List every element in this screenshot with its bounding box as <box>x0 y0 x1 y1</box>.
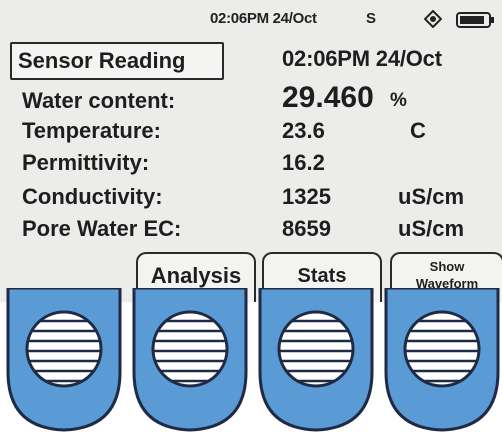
reading-value: 8659 <box>282 216 331 241</box>
screen-title-box: Sensor Reading <box>10 42 224 80</box>
gps-icon <box>424 10 442 28</box>
softkey-button-2[interactable] <box>132 288 248 432</box>
reading-unit: uS/cm <box>398 216 465 241</box>
reading-row-water-content: Water content: 29.460 % <box>0 81 502 118</box>
reading-unit: uS/cm <box>398 184 465 209</box>
reading-value: 1325 <box>282 184 331 209</box>
battery-icon <box>456 12 494 28</box>
reading-value: 16.2 <box>282 150 325 175</box>
reading-label: Temperature: <box>22 118 161 143</box>
reading-label: Permittivity: <box>22 150 150 175</box>
reading-label: Pore Water EC: <box>22 216 182 241</box>
reading-row-conductivity: Conductivity: 1325 uS/cm <box>0 184 502 214</box>
reading-value: 29.460 <box>282 81 374 114</box>
status-time: 02:06PM 24/Oct <box>210 10 317 27</box>
analysis-softkey-label: Analysis <box>150 263 242 288</box>
reading-unit: % <box>390 90 407 111</box>
show-waveform-label-line1: Show <box>429 259 465 274</box>
header-timestamp: 02:06PM 24/Oct <box>282 46 442 71</box>
reading-row-permittivity: Permittivity: 16.2 <box>0 150 502 180</box>
softkey-button-3[interactable] <box>258 288 374 432</box>
stats-softkey-label: Stats <box>297 265 347 287</box>
reading-row-temperature: Temperature: 23.6 C <box>0 118 502 148</box>
page-title: Sensor Reading <box>18 48 186 73</box>
hardware-button-row <box>6 288 500 432</box>
softkey-button-4[interactable] <box>384 288 500 432</box>
status-indicator: S <box>366 10 377 27</box>
reading-unit: C <box>410 118 426 143</box>
softkey-button-1[interactable] <box>6 288 122 432</box>
reading-label: Conductivity: <box>22 184 163 209</box>
status-bar: 02:06PM 24/Oct S <box>0 0 502 38</box>
reading-label: Water content: <box>22 88 176 113</box>
device-screen: 02:06PM 24/Oct S Sensor Reading 02:06PM … <box>0 0 502 302</box>
reading-row-pore-water-ec: Pore Water EC: 8659 uS/cm <box>0 216 502 246</box>
reading-value: 23.6 <box>282 118 325 143</box>
